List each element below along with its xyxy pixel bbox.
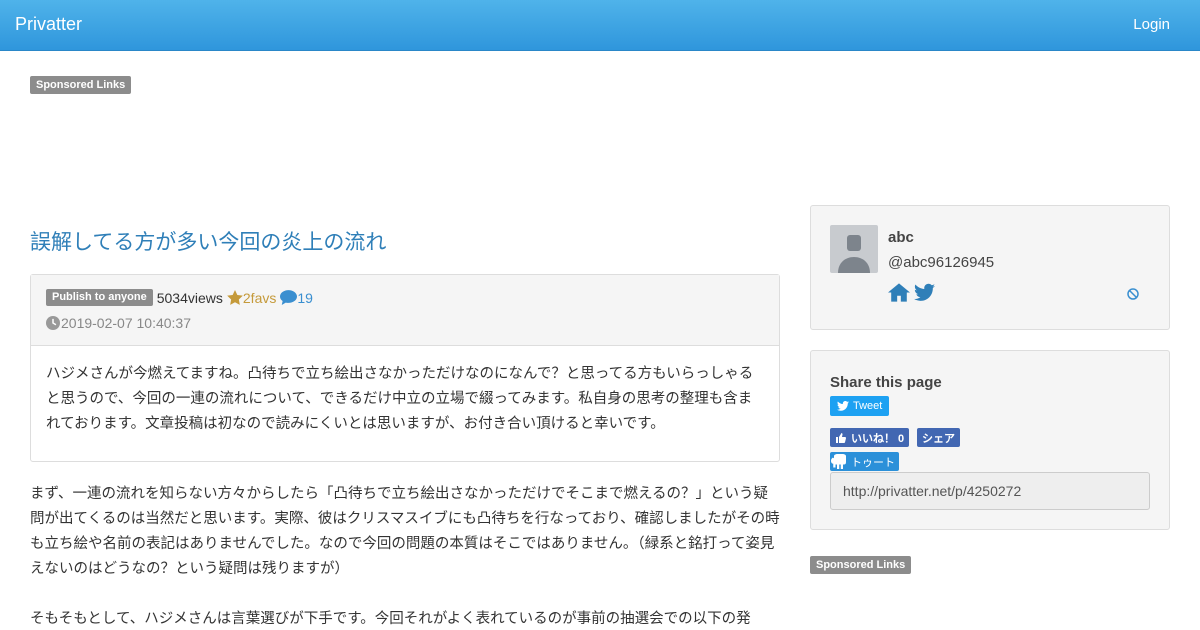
- profile-name[interactable]: abc: [888, 229, 914, 246]
- thumbs-up-icon: [836, 432, 847, 443]
- view-count: 5034views: [156, 289, 223, 306]
- facebook-like-button[interactable]: いいね！ 0: [830, 428, 910, 447]
- post-date-text: 2019-02-07 10:40:37: [61, 315, 191, 331]
- sponsored-label: Sponsored Links: [810, 556, 912, 574]
- twitter-bird-icon: [837, 401, 849, 411]
- post-meta: Publish to anyone 5034views 2favs 19: [46, 289, 313, 306]
- visibility-badge: Publish to anyone: [46, 289, 153, 306]
- post-intro: ハジメさんが今燃えてますね。凸待ちで立ち絵出さなかっただけなのになんで？と思って…: [46, 366, 754, 432]
- post-title: 誤解してる方が多い今回の炎上の流れ: [30, 230, 387, 254]
- clock-icon: [46, 316, 60, 330]
- profile-handle: @abc96126945: [888, 254, 995, 271]
- login-link[interactable]: Login: [1133, 16, 1170, 33]
- tweet-label: Tweet: [853, 400, 883, 412]
- post-paragraph: まず、一連の流れを知らない方々からしたら「凸待ちで立ち絵出さなかっただけでそこま…: [30, 486, 780, 577]
- star-icon: [227, 290, 243, 305]
- facebook-share-button[interactable]: シェア: [917, 428, 960, 447]
- profile-links: [888, 283, 935, 302]
- avatar[interactable]: [830, 225, 878, 273]
- home-icon[interactable]: [888, 283, 910, 302]
- mastodon-elephant-icon: [831, 454, 846, 469]
- twitter-bird-icon[interactable]: [914, 283, 935, 302]
- toot-label: トゥート: [851, 456, 895, 469]
- post-panel: Publish to anyone 5034views 2favs 19 201…: [30, 274, 780, 462]
- share-title: Share this page: [830, 374, 942, 391]
- fav-count-text: 2favs: [242, 289, 277, 306]
- fav-count[interactable]: 2favs: [227, 290, 276, 306]
- comment-count[interactable]: 19: [280, 290, 313, 306]
- default-user-icon: [838, 235, 870, 273]
- share-url-field[interactable]: http://privatter.net/p/4250272: [830, 472, 1150, 510]
- share-label: シェア: [922, 432, 955, 445]
- like-label: いいね！ 0: [851, 432, 905, 445]
- profile-panel: abc @abc96126945: [810, 205, 1170, 330]
- comment-count-text: 19: [297, 289, 313, 306]
- post-paragraph: そもそもとして、ハジメさんは言葉選びが下手です。今回それがよく表れているのが事前…: [30, 611, 751, 627]
- block-icon[interactable]: [1127, 288, 1139, 300]
- sponsored-label: Sponsored Links: [30, 76, 132, 94]
- navbar: Privatter Login: [0, 0, 1200, 51]
- share-panel: Share this page Tweet いいね！ 0 シェア トゥート ht…: [810, 350, 1170, 530]
- tweet-button[interactable]: Tweet: [830, 396, 890, 416]
- post-header: Publish to anyone 5034views 2favs 19 201…: [31, 275, 779, 346]
- brand-link[interactable]: Privatter: [15, 14, 82, 35]
- toot-button[interactable]: トゥート: [830, 452, 899, 471]
- post-date: 2019-02-07 10:40:37: [46, 315, 191, 331]
- comment-icon: [280, 290, 298, 305]
